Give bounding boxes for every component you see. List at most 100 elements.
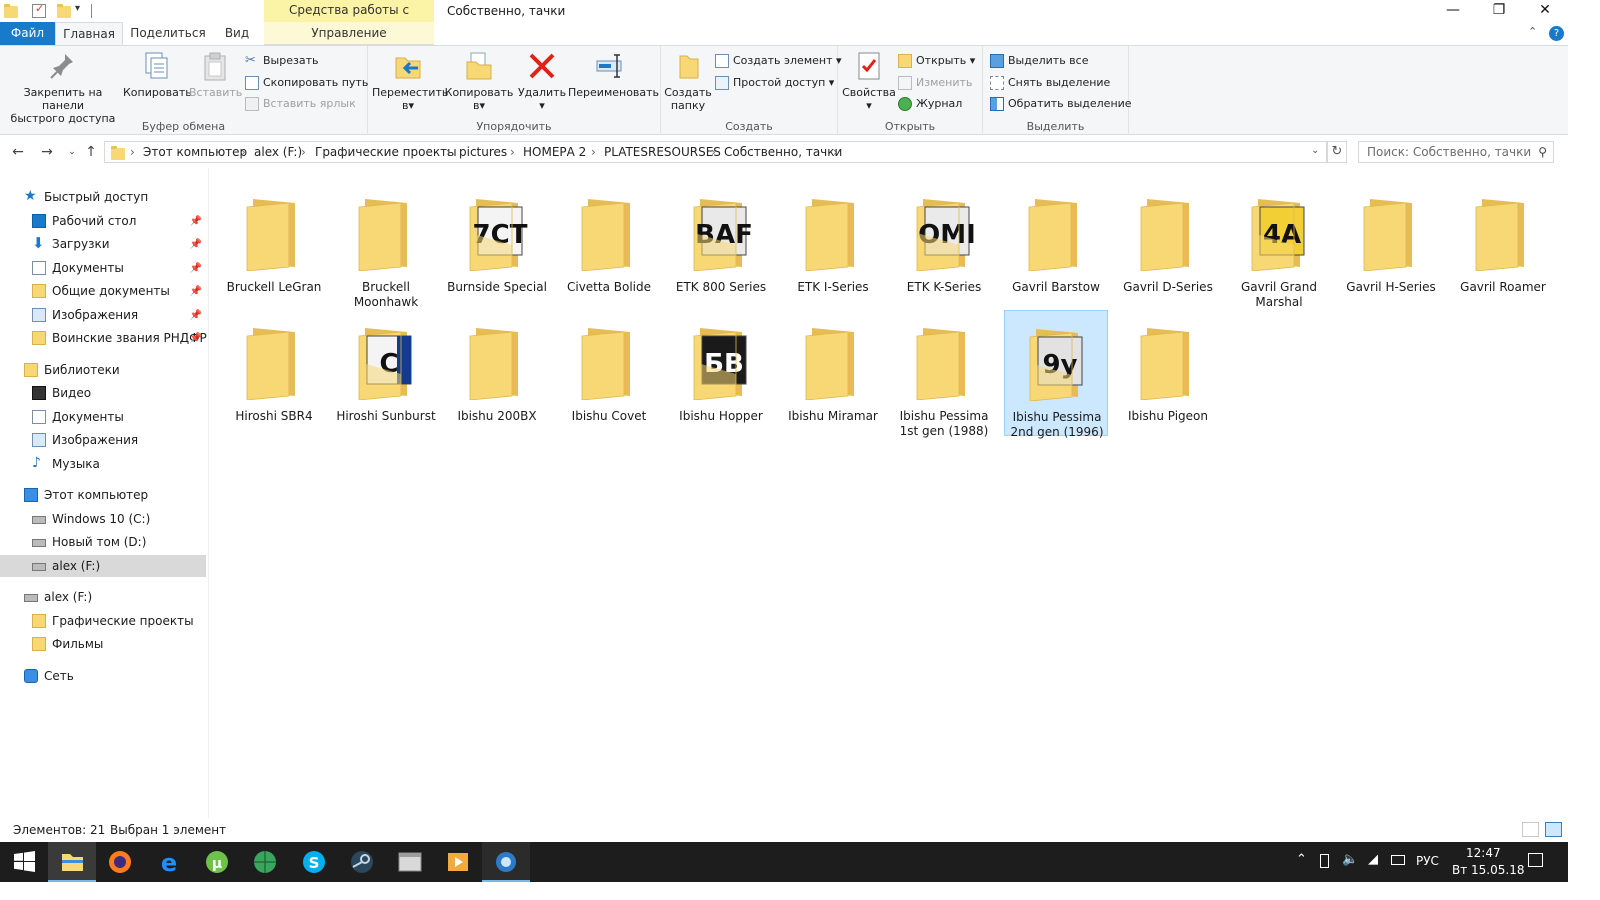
- steam-icon[interactable]: [338, 842, 386, 882]
- nav-drive-d[interactable]: Новый том (D:): [0, 531, 206, 553]
- globe-app-icon[interactable]: [241, 842, 289, 882]
- battery-icon[interactable]: [1391, 855, 1405, 865]
- nav-documents[interactable]: Документы 📌: [0, 257, 206, 279]
- open-button[interactable]: Открыть ▾: [898, 51, 975, 71]
- nav-films[interactable]: Фильмы: [0, 633, 206, 655]
- folder-item[interactable]: Gavril Roamer: [1451, 181, 1555, 307]
- new-item-button[interactable]: Создать элемент ▾: [715, 51, 842, 71]
- maximize-button[interactable]: ❐: [1476, 0, 1522, 22]
- tab-home[interactable]: Главная: [55, 22, 123, 45]
- nav-videos[interactable]: Видео: [0, 382, 206, 404]
- language-indicator[interactable]: РУС: [1416, 854, 1439, 868]
- folder-item[interactable]: Ibishu 200BX: [445, 310, 549, 436]
- folder-item[interactable]: Hiroshi SBR4: [222, 310, 326, 436]
- details-view-icon[interactable]: [1522, 822, 1539, 837]
- nav-downloads[interactable]: ⬇ Загрузки 📌: [0, 233, 206, 255]
- folder-item[interactable]: С Hiroshi Sunburst: [334, 310, 438, 436]
- nav-music[interactable]: ♪ Музыка: [0, 453, 206, 475]
- rename-button[interactable]: Переименовать: [568, 50, 659, 99]
- new-folder-button[interactable]: Создать папку: [663, 50, 713, 112]
- breadcrumb-platesresourses[interactable]: PLATESRESOURSES: [604, 145, 721, 159]
- large-icons-view-icon[interactable]: [1545, 822, 1562, 837]
- invert-selection-button[interactable]: Обратить выделение: [990, 94, 1132, 114]
- refresh-button[interactable]: ↻: [1327, 141, 1347, 163]
- copy-button[interactable]: Копировать: [123, 50, 192, 99]
- explorer-taskbar-icon[interactable]: [48, 842, 96, 882]
- forward-button[interactable]: →: [37, 143, 57, 161]
- nav-lib-documents[interactable]: Документы: [0, 406, 206, 428]
- copy-path-button[interactable]: Скопировать путь: [245, 73, 368, 93]
- breadcrumb-pictures[interactable]: pictures: [459, 145, 507, 159]
- breadcrumb-drive[interactable]: alex (F:): [254, 145, 302, 159]
- breadcrumb-graphic-projects[interactable]: Графические проекты: [315, 145, 457, 159]
- firefox-icon[interactable]: [96, 842, 144, 882]
- folder-item[interactable]: ВАF ETK 800 Series: [669, 181, 773, 307]
- edge-icon[interactable]: e: [145, 842, 193, 882]
- folder-item[interactable]: ОМІ ETK K-Series: [892, 181, 996, 307]
- help-icon[interactable]: ?: [1549, 26, 1564, 41]
- volume-icon[interactable]: 🔈: [1342, 852, 1358, 867]
- collapse-ribbon-icon[interactable]: ⌃: [1528, 25, 1537, 38]
- search-input[interactable]: Поиск: Собственно, тачки ⚲: [1358, 141, 1554, 163]
- folder-item[interactable]: Ibishu Pigeon: [1116, 310, 1220, 436]
- cut-button[interactable]: ✂ Вырезать: [245, 51, 318, 71]
- edit-button[interactable]: Изменить: [898, 73, 972, 93]
- nav-graphic-projects[interactable]: Графические проекты: [0, 610, 206, 632]
- nav-public-documents[interactable]: Общие документы 📌: [0, 280, 206, 302]
- clock-time[interactable]: 12:47: [1466, 846, 1501, 860]
- history-button[interactable]: Журнал: [898, 94, 962, 114]
- properties-button[interactable]: Свойства ▾: [842, 50, 896, 112]
- nav-desktop[interactable]: Рабочий стол 📌: [0, 210, 206, 232]
- folder-item[interactable]: Ibishu Pessima 1st gen (1988): [892, 310, 996, 438]
- folder-item[interactable]: Bruckell Moonhawk: [334, 181, 438, 309]
- folder-item-selected[interactable]: 9у Ibishu Pessima 2nd gen (1996): [1004, 310, 1108, 439]
- action-center-icon[interactable]: [1528, 853, 1543, 867]
- new-folder-quick-icon[interactable]: [57, 4, 71, 18]
- minimize-button[interactable]: —: [1430, 0, 1476, 22]
- customize-quick-access-icon[interactable]: ▾: [75, 3, 91, 19]
- tab-share[interactable]: Поделиться: [128, 22, 208, 45]
- properties-quick-icon[interactable]: ✓: [32, 2, 46, 18]
- folder-item[interactable]: 7СТ Burnside Special: [445, 181, 549, 307]
- close-button[interactable]: ✕: [1522, 0, 1568, 22]
- paste-button[interactable]: Вставить: [189, 50, 242, 99]
- media-player-icon[interactable]: [434, 842, 482, 882]
- start-button[interactable]: [0, 842, 48, 882]
- pin-quick-access-button[interactable]: Закрепить на панели быстрого доступа: [4, 50, 122, 125]
- breadcrumb-nomera[interactable]: НОМЕРА 2: [523, 145, 586, 159]
- folder-item[interactable]: 4А Gavril Grand Marshal: [1227, 181, 1331, 309]
- delete-button[interactable]: Удалить ▾: [516, 50, 568, 112]
- nav-this-pc[interactable]: Этот компьютер: [0, 484, 206, 506]
- breadcrumb-current[interactable]: Собственно, тачки: [724, 145, 842, 159]
- nav-drive-f-selected[interactable]: alex (F:): [0, 555, 206, 577]
- skype-icon[interactable]: S: [290, 842, 338, 882]
- back-button[interactable]: ←: [8, 143, 28, 161]
- folder-item[interactable]: Ibishu Miramar: [781, 310, 885, 436]
- nav-pictures[interactable]: Изображения 📌: [0, 304, 206, 326]
- select-all-button[interactable]: Выделить все: [990, 51, 1088, 71]
- wifi-icon[interactable]: ◢: [1368, 852, 1378, 867]
- folder-item[interactable]: ETK I-Series: [781, 181, 885, 307]
- active-app-icon[interactable]: [482, 842, 530, 882]
- folder-item[interactable]: Bruckell LeGran: [222, 181, 326, 307]
- move-to-button[interactable]: Переместить в▾: [372, 50, 448, 112]
- tab-manage[interactable]: Управление: [264, 22, 434, 45]
- folder-item[interactable]: БВ Ibishu Hopper: [669, 310, 773, 436]
- folder-item[interactable]: Civetta Bolide: [557, 181, 661, 307]
- folder-item[interactable]: Gavril H-Series: [1339, 181, 1443, 307]
- copy-to-button[interactable]: Копировать в▾: [444, 50, 514, 112]
- address-history-dropdown-icon[interactable]: ⌄: [1311, 145, 1319, 156]
- address-bar[interactable]: › Этот компьютер › alex (F:) › Графическ…: [104, 141, 1327, 163]
- breadcrumb-this-pc[interactable]: Этот компьютер: [143, 145, 247, 159]
- nav-network[interactable]: Сеть: [0, 665, 206, 687]
- folder-item[interactable]: Gavril D-Series: [1116, 181, 1220, 307]
- show-hidden-icons-icon[interactable]: ⌃: [1296, 852, 1307, 867]
- clock-date[interactable]: Вт 15.05.18: [1452, 863, 1524, 877]
- nav-military-ranks[interactable]: Воинские звания РНДФР 📌: [0, 327, 207, 349]
- select-none-button[interactable]: Снять выделение: [990, 73, 1110, 93]
- nav-drive-f-root[interactable]: alex (F:): [0, 586, 206, 608]
- recent-locations-button[interactable]: ⌄: [62, 143, 82, 161]
- search-icon[interactable]: ⚲: [1538, 142, 1547, 162]
- easy-access-button[interactable]: Простой доступ ▾: [715, 73, 834, 93]
- nav-lib-pictures[interactable]: Изображения: [0, 429, 206, 451]
